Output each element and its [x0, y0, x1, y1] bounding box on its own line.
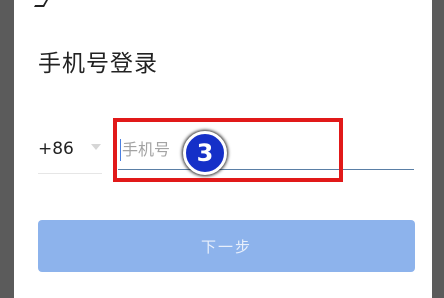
annotation-highlight-box	[113, 118, 343, 182]
chevron-down-icon[interactable]	[91, 144, 101, 150]
back-arrow-icon[interactable]	[33, 0, 49, 7]
country-code-selector[interactable]: +86	[38, 139, 74, 159]
login-screen: 手机号登录 +86 3 下一步	[14, 0, 432, 298]
country-code-underline	[38, 173, 102, 174]
next-step-button[interactable]: 下一步	[38, 220, 415, 272]
page-title: 手机号登录	[38, 51, 158, 77]
step-number-badge: 3	[183, 131, 227, 175]
